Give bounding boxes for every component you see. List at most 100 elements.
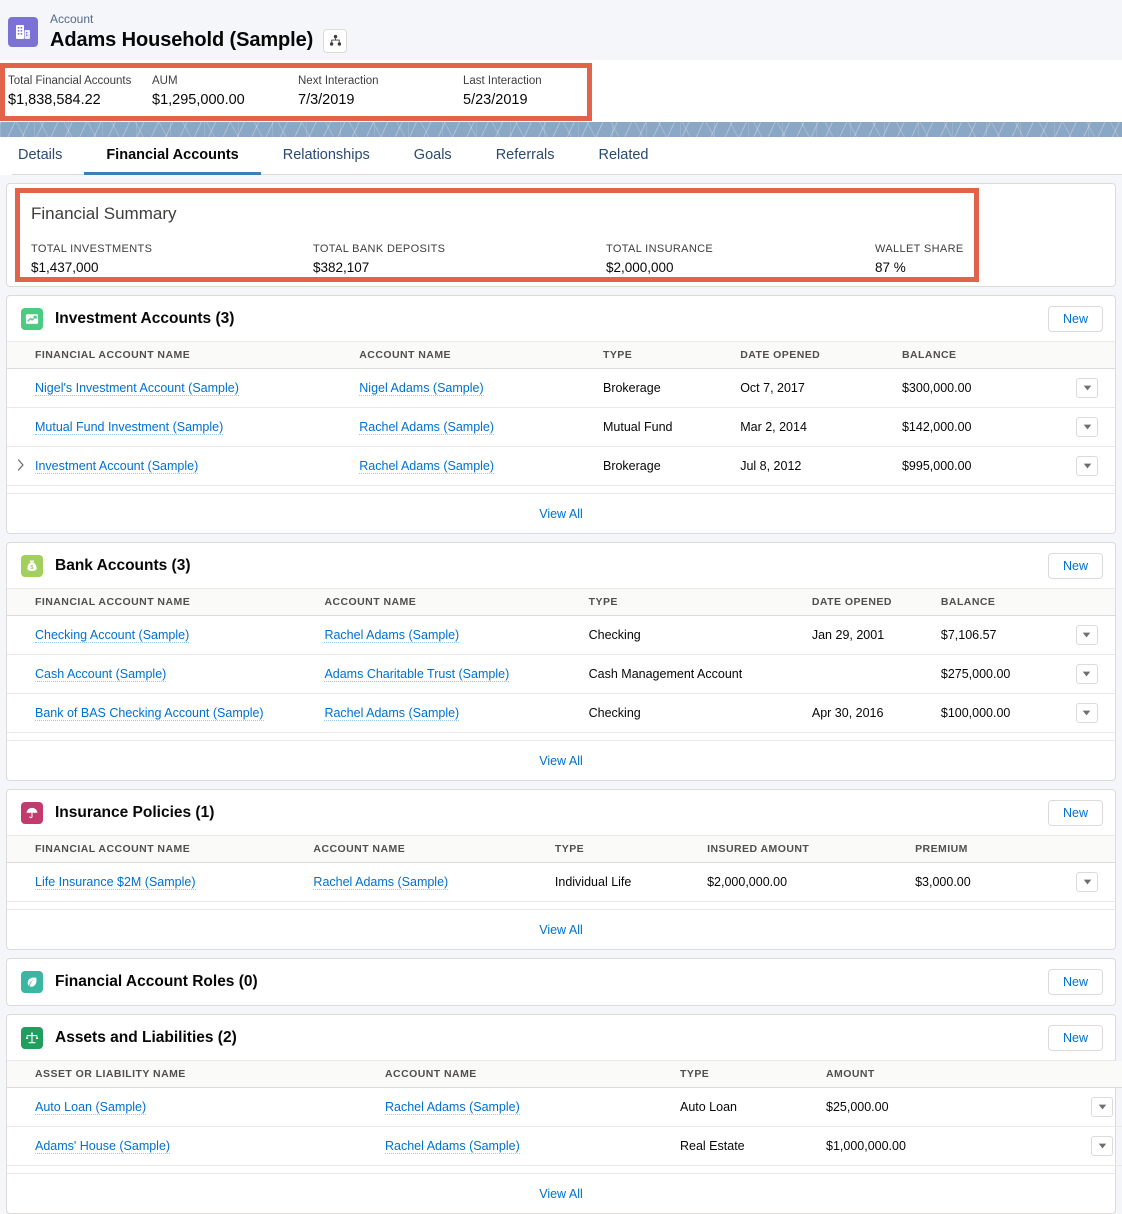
cell-amount: $142,000.00 — [902, 408, 1074, 447]
account-name-link[interactable]: Rachel Adams (Sample) — [359, 420, 494, 435]
highlight-label: Next Interaction — [298, 74, 463, 89]
record-name-link[interactable]: Cash Account (Sample) — [35, 667, 166, 682]
cell-record-name: Investment Account (Sample) — [7, 447, 359, 486]
column-header: BALANCE — [902, 342, 1074, 369]
cell-type: Brokerage — [603, 369, 740, 408]
related-list-table: ASSET OR LIABILITY NAMEACCOUNT NAMETYPEA… — [7, 1061, 1122, 1166]
column-header: FINANCIAL ACCOUNT NAME — [7, 342, 359, 369]
tab-details[interactable]: Details — [12, 137, 84, 175]
row-actions-chevron-down-icon[interactable] — [1076, 703, 1098, 723]
highlight-value: $1,838,584.22 — [8, 90, 152, 110]
highlight-label: AUM — [152, 74, 298, 89]
chevron-right-icon[interactable] — [17, 459, 25, 473]
account-name-link[interactable]: Rachel Adams (Sample) — [359, 459, 494, 474]
view-all-link[interactable]: View All — [539, 507, 583, 521]
highlight-label: Last Interaction — [463, 74, 583, 89]
new-button[interactable]: New — [1048, 553, 1103, 579]
row-actions-chevron-down-icon[interactable] — [1091, 1136, 1113, 1156]
column-header-actions — [1074, 589, 1115, 616]
related-list-card: $Bank Accounts (3)NewFINANCIAL ACCOUNT N… — [6, 542, 1116, 781]
highlights-panel: Total Financial Accounts $1,838,584.22 A… — [0, 60, 1122, 122]
summary-field: TOTAL INSURANCE $2,000,000 — [606, 242, 875, 277]
row-actions-chevron-down-icon[interactable] — [1091, 1097, 1113, 1117]
record-name-link[interactable]: Adams' House (Sample) — [35, 1139, 170, 1154]
new-button[interactable]: New — [1048, 1025, 1103, 1051]
cell-amount: $100,000.00 — [941, 694, 1074, 733]
account-name-link[interactable]: Rachel Adams (Sample) — [324, 628, 459, 643]
column-header: ACCOUNT NAME — [385, 1061, 680, 1088]
cell-record-name: Adams' House (Sample) — [7, 1127, 385, 1166]
cell-amount: $3,000.00 — [915, 863, 1074, 902]
record-name-link[interactable]: Life Insurance $2M (Sample) — [35, 875, 196, 890]
column-header: TYPE — [680, 1061, 826, 1088]
row-actions-chevron-down-icon[interactable] — [1076, 417, 1098, 437]
record-name-link[interactable]: Checking Account (Sample) — [35, 628, 189, 643]
summary-value: $382,107 — [313, 258, 606, 277]
column-header-actions — [1074, 342, 1115, 369]
cell-type: Auto Loan — [680, 1088, 826, 1127]
tab-financial-accounts[interactable]: Financial Accounts — [84, 137, 260, 175]
account-name-link[interactable]: Rachel Adams (Sample) — [313, 875, 448, 890]
record-name-link[interactable]: Auto Loan (Sample) — [35, 1100, 146, 1115]
highlight-field: Next Interaction 7/3/2019 — [298, 74, 463, 110]
account-name-link[interactable]: Rachel Adams (Sample) — [385, 1100, 520, 1115]
tab-related[interactable]: Related — [577, 137, 671, 175]
cell-account-name: Rachel Adams (Sample) — [324, 616, 588, 655]
cell-date-or-insured-amount: $2,000,000.00 — [707, 863, 915, 902]
view-all-link[interactable]: View All — [539, 923, 583, 937]
column-header: ACCOUNT NAME — [313, 836, 554, 863]
record-name-link[interactable]: Mutual Fund Investment (Sample) — [35, 420, 223, 435]
new-button[interactable]: New — [1048, 306, 1103, 332]
cell-type: Checking — [589, 694, 812, 733]
summary-field: TOTAL INVESTMENTS $1,437,000 — [31, 242, 313, 277]
tab-relationships[interactable]: Relationships — [261, 137, 392, 175]
umbrella-icon — [21, 802, 43, 824]
account-name-link[interactable]: Nigel Adams (Sample) — [359, 381, 483, 396]
view-all-link[interactable]: View All — [539, 754, 583, 768]
cell-row-actions — [1089, 1127, 1122, 1166]
cell-account-name: Rachel Adams (Sample) — [385, 1088, 680, 1127]
summary-value: 87 % — [875, 258, 975, 277]
account-name-link[interactable]: Rachel Adams (Sample) — [385, 1139, 520, 1154]
related-list-header: $Bank Accounts (3)New — [7, 543, 1115, 589]
cell-row-actions — [1074, 694, 1115, 733]
view-all-link[interactable]: View All — [539, 1187, 583, 1201]
account-name-link[interactable]: Rachel Adams (Sample) — [324, 706, 459, 721]
related-list-title: Insurance Policies (1) — [55, 804, 1048, 822]
summary-field: TOTAL BANK DEPOSITS $382,107 — [313, 242, 606, 277]
row-actions-chevron-down-icon[interactable] — [1076, 625, 1098, 645]
column-header: DATE OPENED — [812, 589, 941, 616]
row-actions-chevron-down-icon[interactable] — [1076, 664, 1098, 684]
account-name-link[interactable]: Adams Charitable Trust (Sample) — [324, 667, 509, 682]
row-actions-chevron-down-icon[interactable] — [1076, 456, 1098, 476]
column-header: ACCOUNT NAME — [324, 589, 588, 616]
record-name-link[interactable]: Bank of BAS Checking Account (Sample) — [35, 706, 264, 721]
view-all-footer: View All — [7, 493, 1115, 533]
hierarchy-icon[interactable] — [323, 29, 347, 53]
row-actions-chevron-down-icon[interactable] — [1076, 872, 1098, 892]
table-bottom-spacer — [7, 733, 1115, 740]
row-actions-chevron-down-icon[interactable] — [1076, 378, 1098, 398]
tab-label: Details — [18, 147, 62, 163]
record-name-link[interactable]: Investment Account (Sample) — [35, 459, 198, 474]
record-tabs: Details Financial AccountsRelationshipsGo… — [0, 137, 1122, 175]
cell-account-name: Rachel Adams (Sample) — [359, 447, 603, 486]
cell-date-or-insured-amount: Jan 29, 2001 — [812, 616, 941, 655]
new-button[interactable]: New — [1048, 800, 1103, 826]
tab-content: Financial Summary TOTAL INVESTMENTS $1,4… — [0, 175, 1122, 1214]
cell-type: Mutual Fund — [603, 408, 740, 447]
cell-record-name: Life Insurance $2M (Sample) — [7, 863, 313, 902]
tab-goals[interactable]: Goals — [392, 137, 474, 175]
cell-type: Checking — [589, 616, 812, 655]
cell-account-name: Adams Charitable Trust (Sample) — [324, 655, 588, 694]
new-button[interactable]: New — [1048, 969, 1103, 995]
record-name-link[interactable]: Nigel's Investment Account (Sample) — [35, 381, 239, 396]
cell-type: Cash Management Account — [589, 655, 812, 694]
financial-summary-title: Financial Summary — [31, 204, 177, 224]
column-header-actions — [1074, 836, 1115, 863]
related-list-card: Assets and Liabilities (2)NewASSET OR LI… — [6, 1014, 1116, 1214]
tab-referrals[interactable]: Referrals — [474, 137, 577, 175]
table-row: Life Insurance $2M (Sample) Rachel Adams … — [7, 863, 1115, 902]
cell-account-name: Rachel Adams (Sample) — [313, 863, 554, 902]
summary-label: WALLET SHARE — [875, 242, 975, 256]
